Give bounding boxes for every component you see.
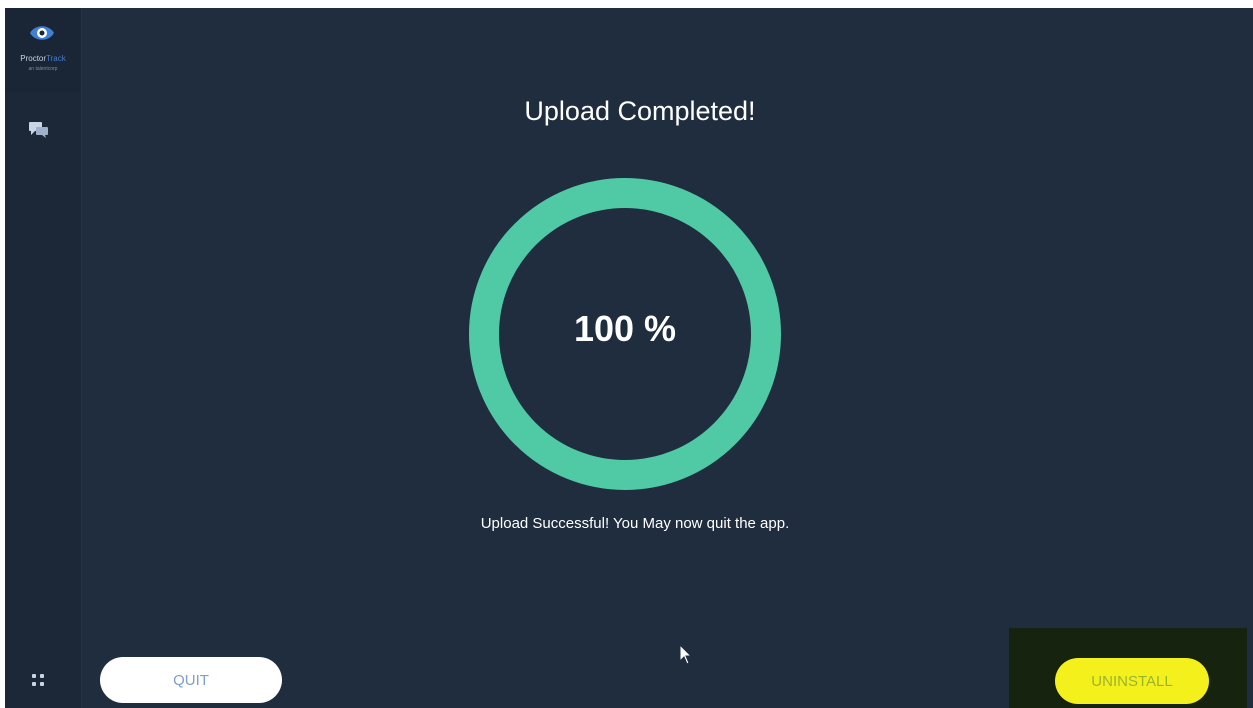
logo-tagline: an talentcorp [28, 66, 58, 72]
chat-icon[interactable] [28, 120, 50, 140]
eye-logo-icon [30, 26, 54, 40]
progress-percent: 100 % [573, 308, 677, 349]
grid-icon[interactable] [30, 672, 46, 688]
status-message: Upload Successful! You May now quit the … [480, 515, 790, 532]
mouse-cursor-icon [679, 644, 693, 665]
uninstall-button[interactable]: UNINSTALL [1055, 658, 1209, 704]
app-logo: ProctorTrack an talentcorp [5, 8, 81, 92]
page-title: Upload Completed! [524, 96, 756, 126]
logo-wordmark: ProctorTrack [20, 54, 66, 63]
sidebar: ProctorTrack an talentcorp [5, 8, 82, 708]
quit-button[interactable]: QUIT [100, 657, 282, 703]
app-window: ProctorTrack an talentcorp Upload Comple… [5, 8, 1253, 708]
